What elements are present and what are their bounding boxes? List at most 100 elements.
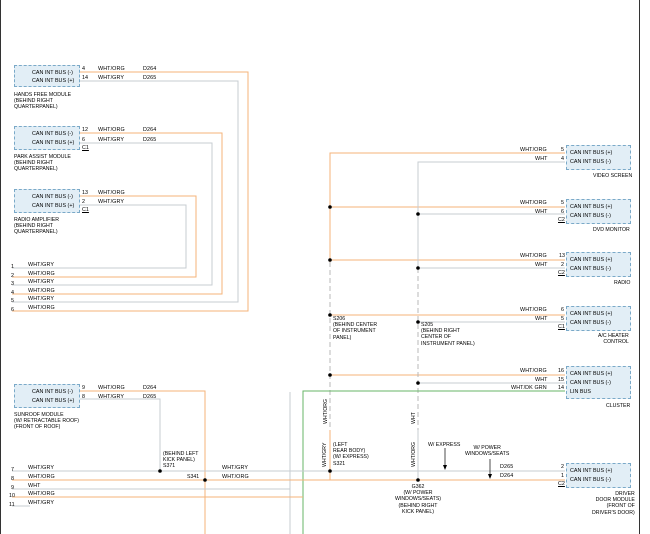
video-pin-2: 4 — [561, 156, 564, 162]
dvd-line-1: CAN INT BUS (+) — [570, 204, 613, 210]
conn-bot-pin-9: 9 — [11, 485, 14, 491]
cluster-line-2: CAN INT BUS (-) — [570, 380, 611, 386]
conn-bot-wire-8: WHT/ORG — [28, 474, 55, 480]
conn-bot-pin-7: 7 — [11, 467, 14, 473]
dvd-monitor-module — [566, 199, 631, 224]
radio-pin-1: 13 — [559, 253, 565, 259]
amp-pin-1: 13 — [82, 190, 88, 196]
ac-wire-1: WHT/ORG — [520, 307, 547, 313]
sun-pin-2: 8 — [82, 394, 85, 400]
hfm-wire-1: WHT/ORG — [98, 66, 125, 72]
door-circ-1: D265 — [500, 464, 514, 470]
vert-label-1: WHT/ORG — [323, 398, 329, 424]
pam-label: PARK ASSIST MODULE (BEHIND RIGHT QUARTER… — [14, 154, 71, 173]
dvd-pin-2: 6 — [561, 209, 564, 215]
cluster-wire-2: WHT — [535, 377, 548, 383]
driver-door-module — [566, 463, 631, 488]
cluster-wire-1: WHT/ORG — [520, 368, 547, 374]
splice-s371: (BEHIND LEFT KICK PANEL) S371 — [163, 451, 199, 470]
video-screen-module — [566, 145, 631, 170]
conn-bot-pin-11: 11 — [9, 502, 15, 508]
wiring-diagram: CAN INT BUS (-) CAN INT BUS (+) HANDS FR… — [0, 0, 650, 534]
pam-circ-2: D265 — [143, 137, 157, 143]
ac-line-2: CAN INT BUS (-) — [570, 320, 611, 326]
sun-wire-2: WHT/GRY — [98, 394, 125, 400]
amp-pin-2: 2 — [82, 199, 85, 205]
conn-top-pin-3: 3 — [11, 281, 14, 287]
conn-bot-wire-11: WHT/GRY — [28, 500, 55, 506]
dvd-pin-1: 5 — [561, 200, 564, 206]
hfm-line-1: CAN INT BUS (-) — [32, 70, 73, 76]
bottom-mid-grey: WHT/GRY — [222, 465, 249, 471]
dvd-wire-2: WHT — [535, 209, 548, 215]
door-line-1: CAN INT BUS (+) — [570, 468, 613, 474]
cluster-line-3: LIN BUS — [570, 389, 591, 395]
video-wire-1: WHT/ORG — [520, 147, 547, 153]
hfm-wire-2: WHT/GRY — [98, 75, 125, 81]
dvd-conn: C2 — [558, 217, 565, 223]
amp-label: RADIO AMPLIFIER (BEHIND RIGHT QUARTERPAN… — [14, 217, 59, 236]
dvd-label: DVD MONITOR — [593, 227, 630, 233]
pam-wire-1: WHT/ORG — [98, 127, 125, 133]
cluster-pin-1: 16 — [558, 368, 564, 374]
hfm-label: HANDS FREE MODULE (BEHIND RIGHT QUARTERP… — [14, 92, 72, 111]
door-pin-1: 2 — [561, 464, 564, 470]
cluster-line-1: CAN INT BUS (+) — [570, 371, 613, 377]
cluster-pin-3: 14 — [558, 385, 564, 391]
amp-line-1: CAN INT BUS (-) — [32, 194, 73, 200]
sunroof-module — [14, 384, 80, 408]
cluster-wire-3: WHT/DK GRN — [511, 385, 547, 391]
door-pin-2: 1 — [561, 473, 564, 479]
radio-line-2: CAN INT BUS (-) — [570, 266, 611, 272]
amp-line-2: CAN INT BUS (+) — [32, 203, 75, 209]
conn-top-pin-4: 4 — [11, 290, 14, 296]
hfm-circ-1: D264 — [143, 66, 157, 72]
conn-bot-wire-9: WHT — [28, 483, 41, 489]
radio-module — [566, 252, 631, 277]
ac-heater-control-module — [566, 306, 631, 331]
conn-top-wire-1: WHT/GRY — [28, 262, 55, 268]
conn-top-pin-6: 6 — [11, 307, 14, 313]
pam-pin-1: 12 — [82, 127, 88, 133]
sun-circ-2: D265 — [143, 394, 157, 400]
pam-conn: C1 — [82, 145, 89, 151]
conn-bot-pin-10: 10 — [9, 493, 15, 499]
cluster-label: CLUSTER — [606, 403, 631, 409]
note-w-express: W/ EXPRESS — [428, 442, 461, 448]
splice-s206: S206 (BEHIND CENTER OF INSTRUMENT PANEL) — [333, 316, 378, 341]
video-line-2: CAN INT BUS (-) — [570, 159, 611, 165]
video-pin-1: 5 — [561, 147, 564, 153]
video-wire-2: WHT — [535, 156, 548, 162]
sun-circ-1: D264 — [143, 385, 157, 391]
bottom-mid-org: WHT/ORG — [222, 474, 249, 480]
dvd-wire-1: WHT/ORG — [520, 200, 547, 206]
radio-label: RADIO — [614, 280, 631, 286]
cluster-pin-2: 15 — [558, 377, 564, 383]
splice-s321: (LEFT REAR BODY) (W/ EXPRESS) S321 — [333, 442, 369, 467]
radio-line-1: CAN INT BUS (+) — [570, 257, 613, 263]
radio-pin-2: 2 — [561, 262, 564, 268]
vert-label-3: WHT/GRY — [322, 442, 328, 467]
pam-line-1: CAN INT BUS (-) — [32, 131, 73, 137]
hfm-circ-2: D265 — [143, 75, 157, 81]
radio-wire-1: WHT/ORG — [520, 253, 547, 259]
conn-bot-wire-10: WHT/ORG — [28, 491, 55, 497]
ac-conn: C1 — [558, 324, 565, 330]
hfm-pin-1: 4 — [82, 66, 85, 72]
door-circ-2: D264 — [500, 473, 514, 479]
conn-top-wire-3: WHT/GRY — [28, 279, 55, 285]
door-conn: C2 — [558, 481, 565, 487]
dvd-line-2: CAN INT BUS (-) — [570, 213, 611, 219]
conn-bot-pin-8: 8 — [11, 476, 14, 482]
conn-top-wire-2: WHT/ORG — [28, 271, 55, 277]
ac-pin-2: 5 — [561, 316, 564, 322]
wire-amp-gry — [12, 204, 187, 269]
door-label: DRIVER DOOR MODULE (FRONT OF DRIVER'S DO… — [592, 491, 635, 516]
park-assist-module — [14, 126, 80, 150]
vert-label-4: WHT/ORG — [411, 441, 417, 467]
sun-label: SUNROOF MODULE (W/ RETRACTABLE ROOF) (FR… — [14, 412, 80, 431]
radio-conn: C2 — [558, 270, 565, 276]
vert-label-2: WHT — [411, 412, 417, 424]
wire-sun-gry — [79, 398, 161, 470]
pam-wire-2: WHT/GRY — [98, 137, 125, 143]
